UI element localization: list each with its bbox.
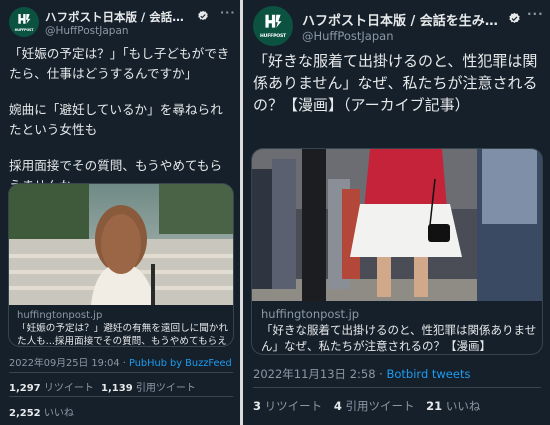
- link-card[interactable]: huffingtonpost.jp 「妊娠の予定は？」避妊の有無を遠回しに聞かれ…: [8, 183, 234, 347]
- tweet-meta: 2022年09月25日 19:04 · PubHub by BuzzFeed: [9, 355, 232, 369]
- quote-stat[interactable]: 4 引用ツイート: [334, 399, 415, 413]
- engagement-stats: 3 リツイート 4 引用ツイート 21 いいね: [253, 398, 480, 414]
- tweet-text-line: 婉曲に「避妊しているか」を尋ねられたという女性も: [9, 102, 223, 137]
- tweet-left[interactable]: HUFFPOST ハフポスト日本版 / 会話を生み出す... ··· @Huff…: [0, 0, 240, 425]
- tweet-body: 「妊娠の予定は？」「もし子どもができたら、仕事はどうするんですか」 婉曲に「避妊…: [9, 44, 233, 195]
- verified-badge-icon: [509, 12, 520, 23]
- verified-badge-icon: [198, 10, 208, 21]
- like-count: 2,252: [9, 408, 41, 419]
- quote-label: 引用ツイート: [345, 399, 415, 413]
- account-handle[interactable]: @HuffPostJapan: [45, 25, 129, 37]
- divider: [9, 372, 233, 373]
- meta-separator: ·: [379, 367, 383, 381]
- like-label: いいね: [445, 399, 481, 413]
- timestamp[interactable]: 2022年11月13日 2:58: [253, 367, 376, 381]
- account-handle[interactable]: @HuffPostJapan: [302, 29, 394, 43]
- huffpost-logo-icon: [15, 12, 33, 26]
- timestamp[interactable]: 2022年09月25日 19:04: [9, 358, 120, 369]
- retweet-stat[interactable]: 1,297 リツイート: [9, 383, 94, 394]
- quote-label: 引用ツイート: [135, 383, 196, 394]
- like-count: 21: [426, 399, 443, 413]
- retweet-label: リツイート: [43, 383, 94, 394]
- tweet-meta: 2022年11月13日 2:58 · Botbird tweets: [253, 366, 470, 382]
- engagement-stats: 1,297 リツイート 1,139 引用ツイート: [9, 379, 196, 394]
- tweet-right[interactable]: HUFFPOST ハフポスト日本版 / 会話を生み出す... ··· @Huff…: [243, 0, 550, 425]
- card-image: [9, 184, 233, 305]
- quote-count: 4: [333, 399, 342, 413]
- quote-stat[interactable]: 1,139 引用ツイート: [101, 383, 196, 394]
- avatar-logo-text: HUFFPOST: [14, 27, 34, 32]
- huffpost-logo-icon: [262, 12, 284, 31]
- tweet-body: 「好きな服着て出掛けるのと、性犯罪は関係ありません」なぜ、私たちが注意されるの？…: [253, 50, 543, 116]
- card-image: [252, 149, 542, 301]
- link-card[interactable]: huffingtonpost.jp 「好きな服着て出掛けるのと、性犯罪は関係あり…: [251, 148, 543, 355]
- quote-count: 1,139: [101, 383, 133, 394]
- likes-stat[interactable]: 21 いいね: [426, 399, 480, 413]
- retweet-label: リツイート: [264, 399, 323, 413]
- tweet-source-link[interactable]: PubHub by BuzzFeed: [129, 358, 232, 369]
- meta-separator: ·: [122, 358, 126, 369]
- more-options-icon[interactable]: ···: [220, 6, 236, 19]
- divider: [253, 387, 541, 388]
- more-options-icon[interactable]: ···: [527, 7, 544, 21]
- tweet-text: 「好きな服着て出掛けるのと、性犯罪は関係ありません」なぜ、私たちが注意されるの？…: [253, 52, 538, 114]
- like-label: いいね: [43, 408, 74, 419]
- divider: [9, 396, 233, 397]
- card-title: 「妊娠の予定は？」避妊の有無を遠回しに聞かれた人も...採用面接でその質問、もう…: [17, 323, 229, 347]
- retweet-count: 1,297: [9, 383, 41, 394]
- avatar[interactable]: HUFFPOST: [253, 6, 293, 46]
- likes-stat[interactable]: 2,252 いいね: [9, 404, 74, 419]
- retweet-count: 3: [253, 399, 262, 413]
- avatar[interactable]: HUFFPOST: [9, 7, 39, 37]
- card-title: 「好きな服着て出掛けるのと、性犯罪は関係ありません」なぜ、私たちが注意されるの？…: [261, 323, 537, 353]
- display-name[interactable]: ハフポスト日本版 / 会話を生み出す...: [302, 10, 502, 29]
- card-domain: huffingtonpost.jp: [17, 310, 103, 321]
- avatar-logo-text: HUFFPOST: [260, 34, 286, 40]
- retweet-stat[interactable]: 3 リツイート: [253, 399, 322, 413]
- display-name[interactable]: ハフポスト日本版 / 会話を生み出す...: [45, 9, 195, 25]
- tweet-text-line: 「妊娠の予定は？」「もし子どもができたら、仕事はどうするんですか」: [9, 46, 230, 81]
- card-domain: huffingtonpost.jp: [261, 307, 360, 321]
- tweet-source-link[interactable]: Botbird tweets: [386, 367, 470, 381]
